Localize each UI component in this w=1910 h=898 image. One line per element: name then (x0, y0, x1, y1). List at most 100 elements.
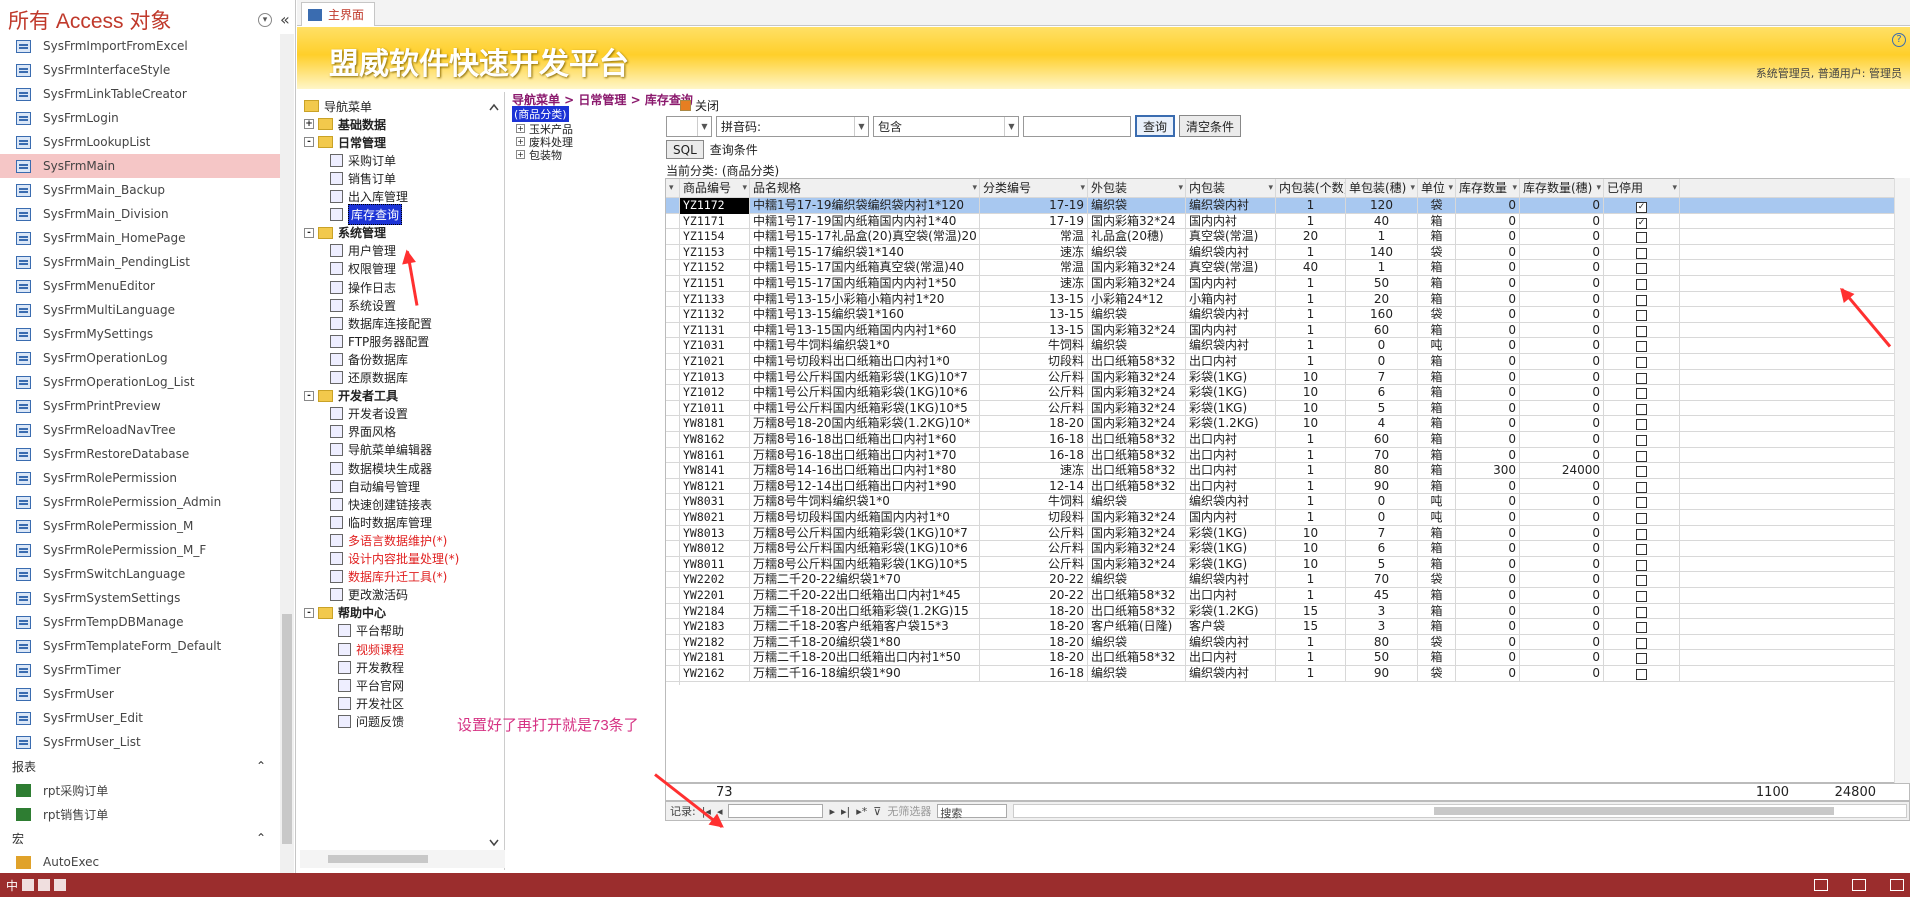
grid-cell[interactable]: 1 (1276, 494, 1346, 510)
grid-cell[interactable]: 1 (1276, 510, 1346, 526)
nav-object-item[interactable]: SysFrmRolePermission_Admin (0, 490, 280, 514)
grid-cell[interactable] (1604, 369, 1680, 386)
tree-item[interactable]: 设计内容批量处理(*) (330, 549, 459, 569)
sql-button[interactable]: SQL (666, 140, 704, 159)
nav-object-item[interactable]: SysFrmUser (0, 682, 280, 706)
disabled-checkbox[interactable] (1636, 419, 1647, 431)
grid-cell[interactable]: 0 (1456, 416, 1520, 432)
grid-cell[interactable]: 箱 (1418, 556, 1456, 573)
disabled-checkbox[interactable] (1636, 653, 1647, 665)
disabled-checkbox[interactable] (1636, 497, 1647, 509)
tree-item[interactable]: 界面风格 (330, 422, 396, 442)
grid-cell[interactable] (1604, 338, 1680, 354)
disabled-checkbox[interactable]: ✓ (1636, 217, 1647, 229)
grid-cell[interactable]: 140 (1346, 244, 1418, 261)
grid-cell[interactable]: 礼品盒(20穗) (1088, 229, 1186, 245)
nav-object-item[interactable]: SysFrmPrintPreview (0, 394, 280, 418)
grid-cell[interactable]: 0 (1520, 198, 1604, 214)
grid-cell[interactable]: 编织袋内衬 (1186, 244, 1276, 261)
grid-cell[interactable]: 0 (1456, 198, 1520, 214)
grid-cell[interactable]: 0 (1456, 260, 1520, 276)
grid-cell[interactable]: 24000 (1520, 463, 1604, 479)
tree-item[interactable]: 销售订单 (330, 168, 396, 188)
grid-cell[interactable]: YW8012 (680, 541, 750, 557)
grid-cell[interactable]: 编织袋 (1088, 494, 1186, 510)
tree-item[interactable]: 系统设置 (330, 295, 396, 315)
grid-cell[interactable]: 万糯8号16-18出口纸箱出口内衬1*60 (750, 432, 980, 448)
grid-cell[interactable]: 编织袋 (1088, 307, 1186, 323)
grid-cell[interactable]: 0 (1520, 619, 1604, 635)
grid-cell[interactable]: 彩袋(1KG) (1186, 400, 1276, 417)
grid-cell[interactable]: 7 (1346, 369, 1418, 386)
scroll-thumb[interactable] (328, 855, 428, 863)
grid-cell[interactable] (1604, 260, 1680, 276)
grid-cell[interactable]: 18-20 (980, 650, 1088, 666)
collapse-icon[interactable]: ⌃ (256, 759, 266, 773)
grid-cell[interactable]: 客户袋 (1186, 619, 1276, 635)
tree-hscrollbar[interactable] (300, 850, 505, 868)
grid-cell[interactable]: 3 (1346, 603, 1418, 620)
nav-object-item[interactable]: SysFrmRolePermission_M (0, 514, 280, 538)
grid-cell[interactable]: 0 (1456, 307, 1520, 323)
expand-icon[interactable]: + (516, 150, 525, 159)
grid-cell[interactable]: 袋 (1418, 307, 1456, 323)
grid-cell[interactable]: 中糯1号公斤料国内纸箱彩袋(1KG)10*6 (750, 385, 980, 401)
tree-item[interactable]: 导航菜单 (304, 96, 372, 116)
grid-cell[interactable]: 5 (1346, 400, 1418, 417)
grid-cell[interactable] (1604, 307, 1680, 323)
grid-cell[interactable] (1604, 525, 1680, 542)
grid-cell[interactable] (1604, 556, 1680, 573)
grid-cell[interactable]: 公斤料 (980, 541, 1088, 557)
ime-mode[interactable]: 中 (6, 877, 18, 894)
table-row[interactable]: YW8013 万糯8号公斤料国内纸箱彩袋(1KG)10*7 公斤料 国内彩箱32*24… (666, 525, 1906, 545)
grid-cell[interactable]: 国内内衬 (1186, 510, 1276, 526)
grid-hscrollbar[interactable] (1013, 804, 1907, 818)
grid-cell[interactable]: 出口纸箱58*32 (1088, 447, 1186, 464)
grid-cell[interactable]: 20-22 (980, 572, 1088, 588)
grid-cell[interactable]: 1 (1276, 307, 1346, 323)
grid-cell[interactable]: 70 (1346, 447, 1418, 464)
grid-cell[interactable]: 0 (1456, 588, 1520, 604)
grid-cell[interactable] (1604, 416, 1680, 432)
nav-group-header[interactable]: 报表 ⌃ (0, 754, 280, 778)
disabled-checkbox[interactable]: ✓ (1636, 202, 1647, 213)
grid-cell[interactable]: 编织袋 (1088, 338, 1186, 354)
grid-cell[interactable]: 彩袋(1.2KG) (1186, 603, 1276, 620)
nav-object-item[interactable]: SysFrmReloadNavTree (0, 418, 280, 442)
grid-cell[interactable]: 牛饲料 (980, 494, 1088, 510)
table-row[interactable]: YZ1153 中糯1号15-17编织袋1*140 速冻 编织袋 编织袋内衬 1 140 袋 0 0 (666, 244, 1906, 264)
grid-cell[interactable]: 真空袋(常温) (1186, 229, 1276, 245)
table-row[interactable]: YW2162 万糯二千16-18编织袋1*90 16-18 编织袋 编织袋内衬 1 90 袋 0… (666, 666, 1906, 685)
grid-cell[interactable]: 0 (1520, 510, 1604, 526)
grid-cell[interactable]: 公斤料 (980, 556, 1088, 573)
grid-cell[interactable]: 13-15 (980, 307, 1088, 323)
grid-cell[interactable]: 0 (1456, 354, 1520, 370)
disabled-checkbox[interactable] (1636, 310, 1647, 322)
grid-cell[interactable]: 速冻 (980, 463, 1088, 479)
grid-cell[interactable]: 袋 (1418, 666, 1456, 682)
grid-cell[interactable]: 编织袋 (1088, 634, 1186, 651)
operator-select[interactable]: 包含 ▼ (873, 115, 1019, 137)
keyboard-icon[interactable] (38, 879, 51, 891)
grid-cell[interactable]: 出口内衬 (1186, 432, 1276, 448)
grid-cell[interactable]: 编织袋内衬 (1186, 307, 1276, 323)
grid-cell[interactable]: 15 (1276, 603, 1346, 620)
grid-cell[interactable]: 0 (1520, 541, 1604, 557)
grid-cell[interactable]: 箱 (1418, 354, 1456, 370)
grid-cell[interactable]: 0 (1520, 322, 1604, 339)
disabled-checkbox[interactable] (1636, 232, 1647, 244)
grid-cell[interactable]: 出口内衬 (1186, 650, 1276, 666)
grid-cell[interactable]: 300 (1456, 463, 1520, 479)
grid-cell[interactable]: 吨 (1418, 494, 1456, 510)
grid-cell[interactable]: 常温 (980, 229, 1088, 245)
grid-cell[interactable]: 万糯8号切段料国内纸箱国内内衬1*0 (750, 510, 980, 526)
new-record-icon[interactable]: ▸* (856, 805, 867, 818)
grid-cell[interactable]: 箱 (1418, 229, 1456, 245)
grid-cell[interactable]: 箱 (1418, 588, 1456, 604)
table-row[interactable]: YW2201 万糯二千20-22出口纸箱出口内衬1*45 20-22 出口纸箱58*3… (666, 588, 1906, 607)
grid-cell[interactable]: 中糯1号15-17国内纸箱国内内衬1*50 (750, 276, 980, 292)
grid-cell[interactable] (1604, 276, 1680, 292)
grid-cell[interactable]: 60 (1346, 432, 1418, 448)
grid-cell[interactable]: 50 (1346, 276, 1418, 292)
column-header[interactable]: 库存数量 (1456, 179, 1520, 198)
